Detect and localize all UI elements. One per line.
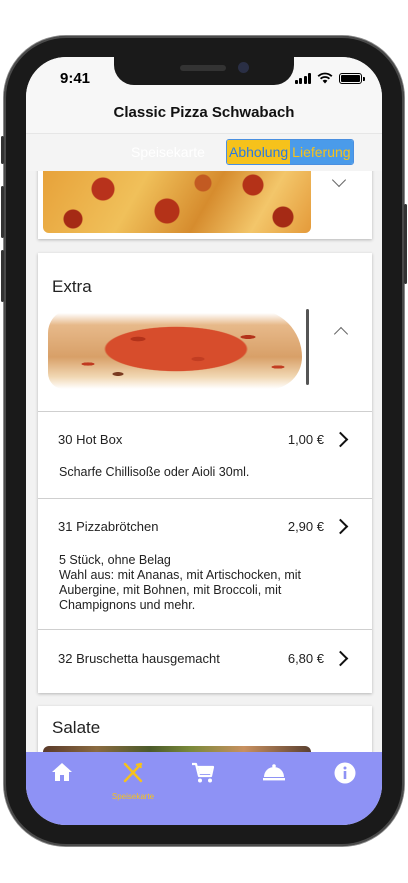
item-price: 2,90 €	[287, 519, 324, 534]
camera	[238, 62, 249, 73]
extra-image	[48, 309, 302, 389]
item-description-line: Champignons und mehr.	[59, 598, 196, 612]
chevron-up-icon[interactable]	[333, 326, 349, 342]
fork-knife-icon	[123, 762, 143, 783]
chevron-right-icon[interactable]	[332, 431, 349, 448]
menu-item[interactable]: 31 Pizzabrötchen 2,90 € 5 Stück, ohne Be…	[38, 498, 372, 629]
category-card-extra: Extra 30 Hot Box 1,00 € Scharfe Chilliso…	[38, 253, 372, 693]
order-type-segment: Abholung Lieferung	[226, 139, 354, 165]
status-time: 9:41	[60, 70, 91, 87]
pizza-image	[43, 171, 311, 233]
page-title: Classic Pizza Schwabach	[113, 104, 295, 121]
item-price: 6,80 €	[287, 651, 324, 666]
item-name: 30 Hot Box	[58, 432, 123, 447]
item-description-line: 5 Stück, ohne Belag	[59, 553, 171, 567]
nav-speisekarte[interactable]: Speisekarte	[108, 762, 158, 812]
chevron-down-icon[interactable]	[331, 172, 347, 188]
nav-label-speisekarte: Speisekarte	[111, 792, 155, 801]
chevron-right-icon[interactable]	[332, 650, 349, 667]
segment-abholung[interactable]: Abholung	[227, 140, 291, 164]
notch	[114, 57, 294, 85]
header: Classic Pizza Schwabach	[26, 101, 382, 133]
volume-down-button	[1, 250, 4, 302]
home-icon	[52, 763, 72, 781]
info-icon	[334, 762, 356, 784]
image-scrollbar[interactable]	[306, 309, 309, 385]
menu-item[interactable]: 30 Hot Box 1,00 € Scharfe Chillisoße ode…	[38, 411, 372, 498]
order-tabbar: Speisekarte Abholung Lieferung	[26, 133, 382, 171]
signal-icon	[294, 72, 311, 84]
battery-icon	[339, 72, 365, 84]
menu-item[interactable]: 32 Bruschetta hausgemacht 6,80 €	[38, 629, 372, 693]
cloche-icon	[263, 764, 285, 781]
cart-icon	[192, 762, 215, 783]
chevron-right-icon[interactable]	[332, 518, 349, 535]
item-price: 1,00 €	[287, 432, 324, 447]
section-title-salate: Salate	[52, 718, 101, 737]
item-description: 5 Stück, ohne Belag Wahl aus: mit Ananas…	[59, 553, 329, 613]
mute-switch	[1, 136, 4, 164]
app-screen: 9:41 Classic Pizza Schwabach Speisekarte…	[26, 57, 382, 825]
volume-up-button	[1, 186, 4, 238]
nav-orders[interactable]	[249, 762, 299, 812]
wifi-icon	[317, 72, 333, 84]
segment-lieferung[interactable]: Lieferung	[290, 140, 353, 164]
status-icons	[294, 72, 365, 84]
item-description: Scharfe Chillisoße oder Aioli 30ml.	[59, 465, 329, 480]
item-name: 31 Pizzabrötchen	[58, 519, 159, 534]
nav-home[interactable]	[37, 762, 87, 812]
menu-list: Extra 30 Hot Box 1,00 € Scharfe Chilliso…	[26, 171, 382, 752]
section-title-extra: Extra	[52, 277, 92, 296]
category-card-salate[interactable]: Salate	[38, 706, 372, 752]
item-description-line: Aubergine, mit Bohnen, mit Broccoli, mit	[59, 583, 282, 597]
item-description-line: Wahl aus: mit Ananas, mit Artischocken, …	[59, 568, 301, 582]
tab-speisekarte[interactable]: Speisekarte	[131, 144, 205, 160]
category-card-pizza[interactable]	[38, 171, 372, 239]
item-name: 32 Bruschetta hausgemacht	[58, 651, 220, 666]
nav-info[interactable]	[320, 762, 370, 812]
speaker	[180, 65, 226, 71]
power-button	[404, 204, 407, 284]
nav-cart[interactable]	[178, 762, 228, 812]
bottom-navigation: Speisekarte	[26, 752, 382, 825]
item-description-line: Scharfe Chillisoße oder Aioli 30ml.	[59, 465, 250, 479]
